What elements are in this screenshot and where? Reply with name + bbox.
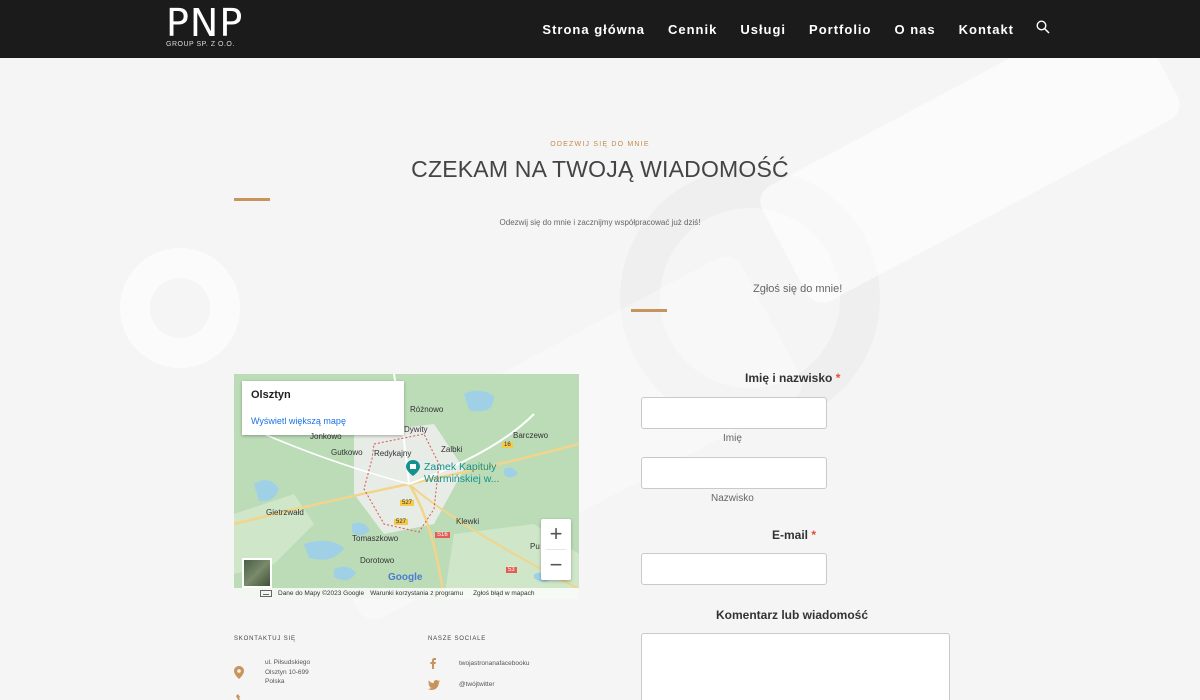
logo-text: PNP [166, 1, 244, 45]
email-input[interactable] [641, 553, 827, 585]
background-decoration [0, 58, 1200, 700]
logo-subtitle: GROUP SP. Z O.O. [166, 41, 235, 48]
twitter-link[interactable]: @twójtwitter [459, 680, 495, 690]
page-title: CZEKAM NA TWOJĄ WIADOMOŚĆ [411, 156, 789, 182]
location-pin-icon [234, 666, 244, 679]
last-name-input[interactable] [641, 457, 827, 489]
map-attribution-bar: Dane do Mapy ©2023 Google Warunki korzys… [234, 588, 579, 599]
twitter-icon[interactable] [428, 680, 440, 690]
email-label: E-mail * [772, 528, 816, 542]
map-place-label: Pu [530, 542, 540, 551]
required-mark: * [835, 371, 841, 385]
cta-divider [631, 309, 667, 312]
google-logo: Google [388, 572, 422, 583]
poi-line-2: Warmińskiej w... [424, 473, 500, 485]
map-place-label: Zalbki [441, 445, 463, 454]
map-place-label: Klewki [456, 517, 480, 526]
message-textarea[interactable] [641, 633, 950, 700]
map-place-label: Gietrzwałd [266, 508, 304, 517]
address-city: Olsztyn 10-699 [265, 668, 309, 676]
map-place-label: Jonkowo [310, 432, 342, 441]
map-place-label: Dorotowo [360, 556, 395, 565]
map-report-link[interactable]: Zgłoś błąd w mapach [473, 590, 534, 597]
map-poi-label: Zamek Kapituły Warmińskiej w... [424, 461, 499, 485]
address-street: ul. Piłsudskiego [265, 659, 311, 666]
nav-contact[interactable]: Kontakt [959, 22, 1014, 37]
nav-home[interactable]: Strona główna [542, 22, 645, 37]
keyboard-icon[interactable] [260, 590, 272, 597]
last-name-help: Nazwisko [711, 493, 754, 504]
map-place-label: Tomaszkowo [352, 534, 399, 543]
first-name-input[interactable] [641, 397, 827, 429]
zoom-out-button[interactable]: − [541, 550, 571, 580]
map-zoom-control: + − [541, 519, 571, 580]
email-label-text: E-mail [772, 528, 809, 542]
first-name-help: Imię [723, 433, 742, 444]
cta-text: Zgłoś się do mnie! [753, 283, 843, 295]
road-badge: 16 [502, 442, 513, 448]
map-city-title: Olsztyn [251, 389, 291, 401]
social-heading: NASZE SOCIALE [428, 636, 487, 642]
map-place-label: Barczewo [513, 431, 549, 440]
road-badge: 527 [394, 519, 409, 525]
facebook-link[interactable]: twojastronanafacebooku [459, 659, 529, 669]
top-navigation-bar: PNP GROUP SP. Z O.O. Strona główna Cenni… [0, 0, 1200, 58]
site-logo[interactable]: PNP GROUP SP. Z O.O. [166, 4, 243, 48]
map-marker-icon[interactable] [406, 460, 420, 476]
contact-heading: SKONTAKTUJ SIĘ [234, 636, 296, 642]
section-subtitle: Odezwij się do mnie i zacznijmy współpra… [499, 218, 701, 227]
satellite-toggle[interactable] [242, 558, 272, 588]
map-terms-link[interactable]: Warunki korzystania z programu [370, 590, 463, 597]
zoom-in-button[interactable]: + [541, 519, 571, 549]
required-mark: * [811, 528, 817, 542]
poi-line-1: Zamek Kapituły [424, 461, 497, 473]
main-nav: Strona główna Cennik Usługi Portfolio O … [519, 0, 1050, 58]
address-country: Polska [265, 678, 285, 685]
phone-icon [236, 694, 243, 700]
name-label: Imię i nazwisko * [745, 371, 840, 385]
road-badge: 53 [506, 567, 517, 573]
facebook-icon[interactable] [430, 658, 436, 669]
map-place-label: Gutkowo [331, 448, 363, 457]
nav-portfolio[interactable]: Portfolio [809, 22, 871, 37]
road-badge: 527 [400, 500, 415, 506]
map-place-label: Dywity [404, 425, 428, 434]
nav-pricing[interactable]: Cennik [668, 22, 717, 37]
map-data-credit: Dane do Mapy ©2023 Google [278, 590, 365, 597]
google-logo-text: Google [388, 572, 423, 583]
view-larger-map-link[interactable]: Wyświetl większą mapę [251, 416, 395, 426]
map-info-card: Olsztyn Wyświetl większą mapę [242, 381, 404, 435]
nav-about[interactable]: O nas [894, 22, 935, 37]
map-place-label: Redykajny [374, 449, 412, 458]
name-label-text: Imię i nazwisko [745, 371, 833, 385]
section-eyebrow: ODEZWIJ SIĘ DO MNIE [550, 141, 650, 148]
map-place-label: Różnowo [410, 405, 444, 414]
nav-services[interactable]: Usługi [740, 22, 786, 37]
message-label: Komentarz lub wiadomość [716, 608, 869, 622]
road-badge: S16 [435, 532, 450, 538]
title-divider [234, 198, 270, 201]
search-icon[interactable] [1036, 20, 1050, 34]
google-map[interactable]: Olsztyn Wyświetl większą mapę Różnowo Dy… [234, 374, 579, 599]
address-block: ul. Piłsudskiego Olsztyn 10-699 Polska [265, 658, 310, 687]
